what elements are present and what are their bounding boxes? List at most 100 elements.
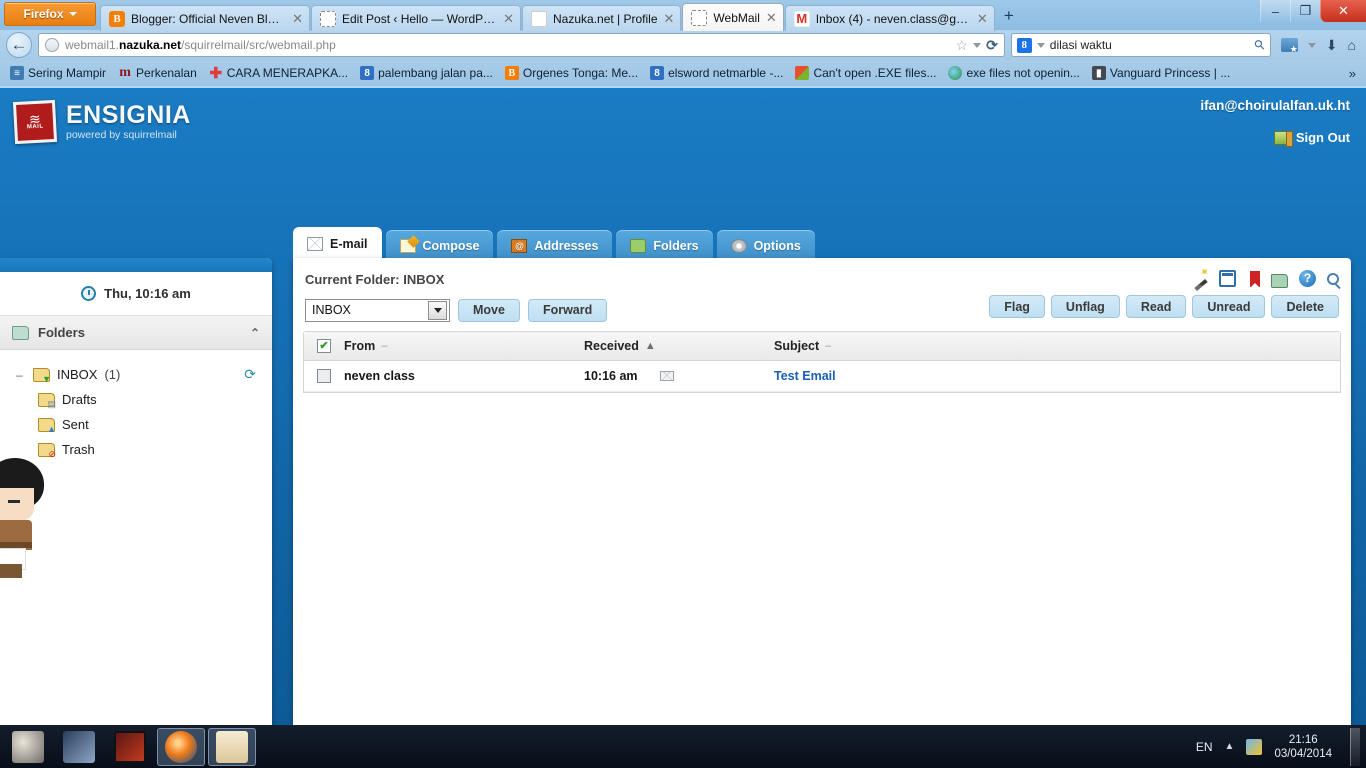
bookmark-item[interactable]: 8 palembang jalan pa... xyxy=(354,64,499,82)
chevron-down-icon[interactable] xyxy=(428,300,447,320)
address-bar[interactable]: webmail1.nazuka.net/squirrelmail/src/web… xyxy=(38,33,1005,57)
column-header-from[interactable]: From – xyxy=(344,339,584,353)
folders-section-title: Folders xyxy=(38,325,85,340)
bookmark-item[interactable]: exe files not openin... xyxy=(942,64,1085,82)
calendar-icon[interactable] xyxy=(1219,270,1236,287)
sidebar-item-drafts[interactable]: ▤ Drafts xyxy=(0,387,272,412)
firefox-menu-button[interactable]: Firefox xyxy=(4,2,96,26)
home-icon[interactable]: ⌂ xyxy=(1348,37,1356,53)
flag-button[interactable]: Flag xyxy=(989,295,1045,318)
downloads-icon[interactable]: ⬇ xyxy=(1326,37,1338,54)
unread-button[interactable]: Unread xyxy=(1192,295,1266,318)
network-icon[interactable] xyxy=(1246,738,1263,755)
language-indicator[interactable]: EN xyxy=(1196,740,1213,754)
search-input[interactable]: dilasi waktu xyxy=(1050,38,1112,52)
swirl-icon xyxy=(948,66,963,80)
bookmark-icon[interactable] xyxy=(1250,270,1260,288)
bookmark-item[interactable]: 8 elsword netmarble -... xyxy=(644,64,789,82)
tab-email[interactable]: E-mail xyxy=(293,227,382,261)
taskbar-clock[interactable]: 21:16 03/04/2014 xyxy=(1274,733,1332,761)
search-engine-icon[interactable]: 8 xyxy=(1016,37,1032,53)
message-received-cell: 10:16 am xyxy=(584,369,774,383)
close-icon[interactable]: ✕ xyxy=(766,11,777,24)
taskbar-item-red-game[interactable] xyxy=(106,728,154,766)
maximize-button[interactable]: ❐ xyxy=(1290,0,1320,22)
tab-options[interactable]: Options xyxy=(716,230,815,261)
column-label: From xyxy=(344,339,376,353)
row-checkbox[interactable] xyxy=(317,369,331,383)
bookmark-item[interactable]: ≡ Sering Mampir xyxy=(4,64,112,82)
column-header-subject[interactable]: Subject – xyxy=(774,339,1340,353)
toolbar-icons: ⬇ ⌂ xyxy=(1277,37,1360,55)
bookmark-item[interactable]: ✚ CARA MENERAPKA... xyxy=(203,64,354,82)
tab-addresses[interactable]: @ Addresses xyxy=(497,230,613,261)
taskbar-time: 21:16 xyxy=(1288,733,1318,746)
bookmark-star-icon[interactable]: ☆ xyxy=(956,37,969,54)
window-controls: – ❐ ✕ xyxy=(1260,0,1366,30)
chevron-up-icon[interactable]: ⌃ xyxy=(250,326,260,340)
refresh-icon[interactable]: ⟳ xyxy=(244,366,256,383)
select-all-checkbox[interactable] xyxy=(317,339,331,353)
close-icon[interactable]: ✕ xyxy=(664,12,675,25)
brand-logo: ≋ MAIL ENSIGNIA powered by squirrelmail xyxy=(12,99,191,145)
sign-out-button[interactable]: Sign Out xyxy=(1273,130,1350,147)
taskbar-item-chibi[interactable] xyxy=(4,728,52,766)
browser-tab-wordpress[interactable]: Edit Post ‹ Hello — WordPress ✕ xyxy=(311,5,521,31)
unflag-button[interactable]: Unflag xyxy=(1050,295,1120,318)
forward-button[interactable]: Forward xyxy=(527,298,608,322)
browser-tab-gmail[interactable]: M Inbox (4) - neven.class@gma... ✕ xyxy=(784,5,995,31)
folders-section-header[interactable]: Folders ⌃ xyxy=(0,316,272,350)
tab-folders[interactable]: Folders xyxy=(616,230,713,261)
bookmark-label: Orgenes Tonga: Me... xyxy=(522,66,639,80)
close-icon[interactable]: ✕ xyxy=(292,12,303,25)
folder-select[interactable]: INBOX xyxy=(305,298,450,322)
tab-compose[interactable]: Compose xyxy=(385,230,494,261)
sword-art-icon xyxy=(63,730,95,763)
browser-tab-nazuka[interactable]: Nazuka.net | Profile ✕ xyxy=(522,5,682,31)
search-bar[interactable]: 8 dilasi waktu ⚲ xyxy=(1010,33,1271,57)
back-button[interactable]: ← xyxy=(6,32,32,58)
help-icon[interactable]: ? xyxy=(1299,270,1316,287)
bookmark-item[interactable]: B Orgenes Tonga: Me... xyxy=(499,64,644,82)
move-button[interactable]: Move xyxy=(458,298,520,322)
bookmark-item[interactable]: m Perkenalan xyxy=(112,64,203,82)
bookmark-item[interactable]: ▮ Vanguard Princess | ... xyxy=(1086,64,1236,82)
bookmarks-icon[interactable] xyxy=(1280,38,1298,55)
bookmarks-overflow-button[interactable]: » xyxy=(1349,66,1362,81)
bookmark-label: Vanguard Princess | ... xyxy=(1109,66,1231,80)
browser-tab-blogger[interactable]: B Blogger: Official Neven Blog... ✕ xyxy=(100,5,310,31)
folder-select-value: INBOX xyxy=(312,303,351,317)
firefox-menu-label: Firefox xyxy=(23,7,64,21)
bookmark-item[interactable]: Can't open .EXE files... xyxy=(789,64,942,82)
message-subject-link[interactable]: Test Email xyxy=(774,369,836,383)
read-button[interactable]: Read xyxy=(1125,295,1187,318)
close-window-button[interactable]: ✕ xyxy=(1320,0,1366,22)
tray-expand-icon[interactable]: ▲ xyxy=(1225,741,1235,752)
taskbar-item-firefox[interactable] xyxy=(157,727,205,766)
close-icon[interactable]: ✕ xyxy=(503,12,514,25)
minimize-button[interactable]: – xyxy=(1260,0,1290,22)
delete-button[interactable]: Delete xyxy=(1271,295,1339,318)
browser-tab-webmail[interactable]: WebMail ✕ xyxy=(682,3,784,31)
show-desktop-button[interactable] xyxy=(1350,727,1360,766)
sign-out-icon xyxy=(1273,130,1293,147)
table-row[interactable]: neven class 10:16 am Test Email xyxy=(304,361,1340,392)
taskbar-item-game[interactable] xyxy=(208,727,256,766)
chevron-down-icon[interactable] xyxy=(973,42,982,48)
folder-icon[interactable] xyxy=(1271,273,1288,288)
chevron-down-icon[interactable] xyxy=(1307,42,1316,48)
search-icon[interactable]: ⚲ xyxy=(1251,36,1269,54)
red-cross-icon: ✚ xyxy=(209,65,223,82)
collapse-toggle[interactable]: – xyxy=(16,368,26,382)
reload-icon[interactable]: ⟳ xyxy=(986,37,998,54)
sidebar-item-inbox[interactable]: – ▼ INBOX (1) ⟳ xyxy=(0,362,272,387)
taskbar-item-swords[interactable] xyxy=(55,728,103,766)
chevron-down-icon[interactable] xyxy=(1036,42,1045,48)
sort-indicator: – xyxy=(381,340,388,352)
new-tab-button[interactable]: + xyxy=(998,5,1020,27)
close-icon[interactable]: ✕ xyxy=(977,12,988,25)
sidebar-item-sent[interactable]: ▲ Sent xyxy=(0,412,272,437)
folder-count: (1) xyxy=(104,367,121,382)
search-icon[interactable] xyxy=(1327,272,1339,285)
column-header-received[interactable]: Received ▲ xyxy=(584,339,774,353)
